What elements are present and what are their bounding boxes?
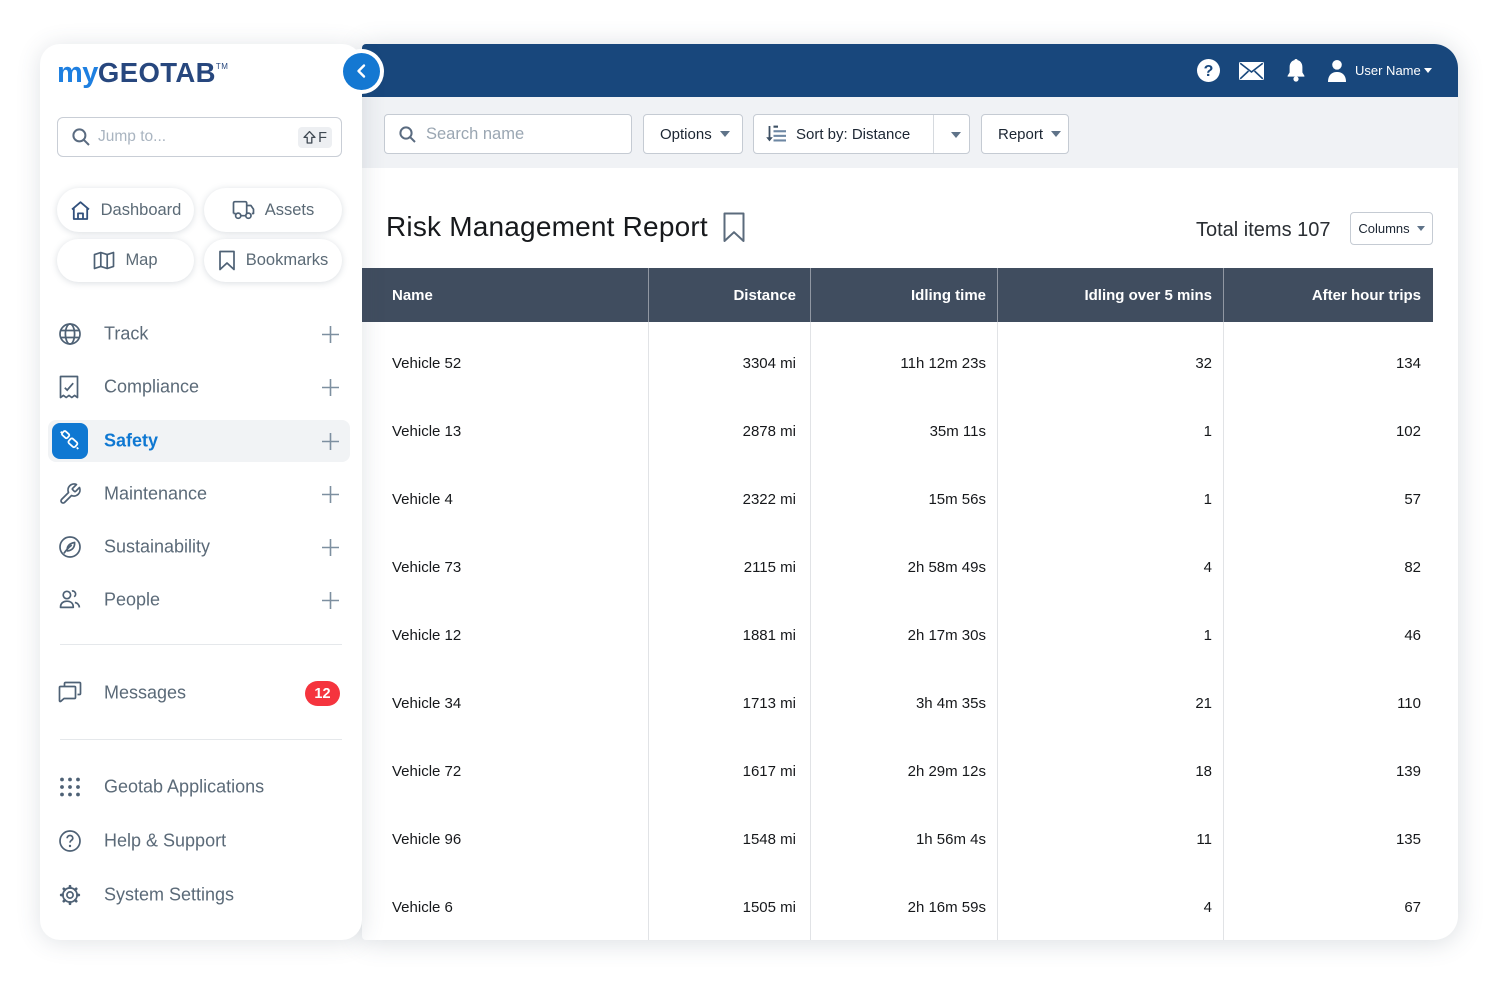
svg-text:?: ?	[1204, 63, 1214, 80]
